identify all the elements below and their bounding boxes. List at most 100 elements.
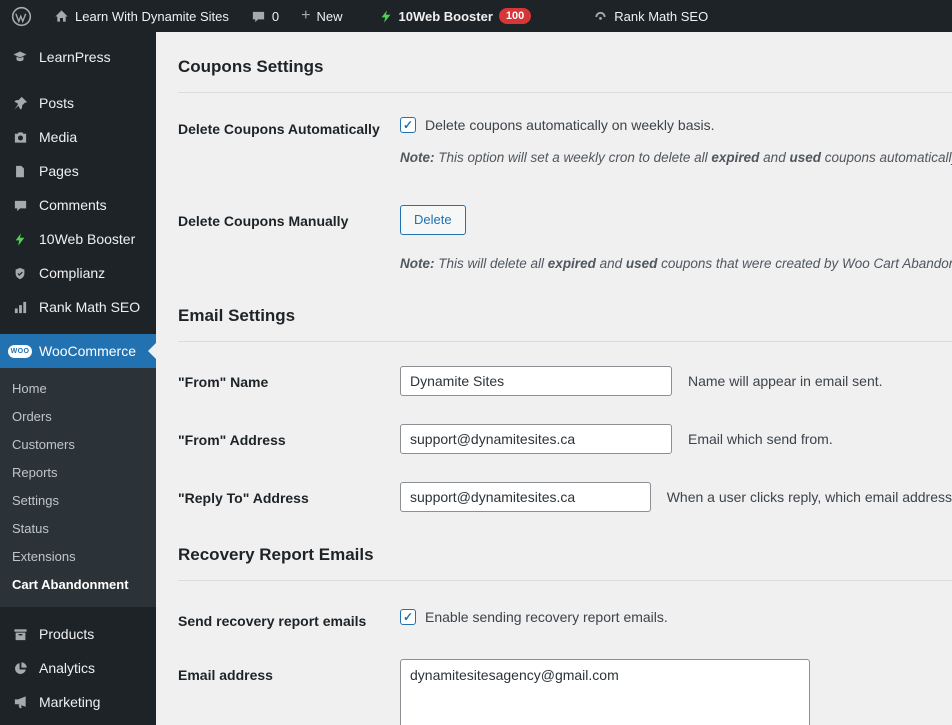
delete-auto-checkbox[interactable]: ✓	[400, 117, 416, 133]
sidebar-item-analytics[interactable]: Analytics	[0, 651, 156, 685]
check-icon: ✓	[402, 118, 414, 132]
sidebar-item-label: 10Web Booster	[39, 231, 136, 247]
sidebar-item-pages[interactable]: Pages	[0, 154, 156, 188]
settings-page-content: Coupons Settings Delete Coupons Automati…	[156, 32, 952, 725]
sidebar-item-10web-booster[interactable]: 10Web Booster	[0, 222, 156, 256]
submenu-item-reports[interactable]: Reports	[0, 459, 156, 487]
send-reports-checkbox-label: Enable sending recovery report emails.	[425, 609, 668, 625]
from-address-help: Email which send from.	[688, 431, 833, 447]
submenu-item-orders[interactable]: Orders	[0, 403, 156, 431]
menu-separator	[0, 324, 156, 334]
sidebar-item-label: LearnPress	[39, 49, 111, 65]
check-icon: ✓	[402, 610, 414, 624]
sidebar-item-label: Pages	[39, 163, 79, 179]
reply-to-row: "Reply To" Address When a user clicks re…	[178, 454, 952, 512]
sidebar-item-label: Marketing	[39, 694, 101, 710]
sidebar-item-label: Rank Math SEO	[39, 299, 141, 315]
sidebar-item-media[interactable]: Media	[0, 120, 156, 154]
megaphone-icon	[10, 695, 30, 710]
shield-check-icon	[10, 266, 30, 281]
pie-chart-icon	[10, 661, 30, 676]
from-name-label: "From" Name	[178, 374, 269, 390]
sidebar-item-label: Media	[39, 129, 78, 145]
sidebar-item-woocommerce[interactable]: WOO WooCommerce	[0, 334, 156, 368]
sidebar-item-posts[interactable]: Posts	[0, 86, 156, 120]
sidebar-item-rank-math[interactable]: Rank Math SEO	[0, 290, 156, 324]
coupons-settings-heading: Coupons Settings	[178, 57, 324, 76]
tenweb-booster-menu[interactable]: 10Web Booster 100	[368, 0, 543, 32]
wordpress-logo-icon	[11, 6, 32, 27]
comments-menu[interactable]: 0	[240, 0, 290, 32]
submenu-item-extensions[interactable]: Extensions	[0, 543, 156, 571]
comments-count: 0	[271, 8, 280, 24]
send-reports-checkbox[interactable]: ✓	[400, 609, 416, 625]
report-email-label: Email address	[178, 667, 273, 683]
site-name-label: Learn With Dynamite Sites	[75, 8, 229, 24]
delete-auto-row: Delete Coupons Automatically ✓ Delete co…	[178, 93, 952, 167]
sidebar-item-label: Products	[39, 626, 95, 642]
delete-auto-label: Delete Coupons Automatically	[178, 121, 380, 137]
pushpin-icon	[10, 96, 30, 111]
report-email-textarea[interactable]: dynamitesitesagency@gmail.com	[400, 659, 810, 725]
delete-coupons-button[interactable]: Delete	[400, 205, 466, 235]
submenu-item-cart-abandonment[interactable]: Cart Abandonment	[0, 571, 156, 599]
from-address-input[interactable]	[400, 424, 672, 454]
delete-manual-note: Note: This will delete all expired and u…	[400, 256, 952, 271]
sidebar-item-complianz[interactable]: Complianz	[0, 256, 156, 290]
sidebar-item-label: Posts	[39, 95, 75, 111]
comment-bubble-icon	[251, 9, 266, 24]
reply-to-label: "Reply To" Address	[178, 490, 309, 506]
sidebar-item-label: Analytics	[39, 660, 96, 676]
sidebar-item-label: Complianz	[39, 265, 106, 281]
from-name-help: Name will appear in email sent.	[688, 373, 883, 389]
booster-score-badge: 100	[498, 8, 532, 24]
from-name-row: "From" Name Name will appear in email se…	[178, 342, 952, 396]
new-label: New	[316, 8, 343, 24]
submenu-item-status[interactable]: Status	[0, 515, 156, 543]
delete-manual-label: Delete Coupons Manually	[178, 213, 349, 229]
package-icon	[10, 627, 30, 642]
submenu-item-home[interactable]: Home	[0, 375, 156, 403]
from-address-label: "From" Address	[178, 432, 286, 448]
comments-icon	[10, 198, 30, 213]
admin-sidebar: LearnPress Posts Media Pages Comments 10…	[0, 32, 156, 725]
home-icon	[54, 9, 69, 24]
rank-math-menu[interactable]: Rank Math SEO	[582, 0, 719, 32]
reply-to-input[interactable]	[400, 482, 651, 512]
gauge-icon	[593, 9, 608, 24]
menu-separator	[0, 607, 156, 617]
report-email-row: Email address dynamitesitesagency@gmail.…	[178, 631, 952, 725]
from-name-input[interactable]	[400, 366, 672, 396]
rankmath-label: Rank Math SEO	[614, 8, 709, 24]
recovery-report-heading: Recovery Report Emails	[178, 545, 374, 564]
sidebar-item-label: WooCommerce	[39, 343, 136, 359]
send-reports-label: Send recovery report emails	[178, 613, 367, 629]
lightning-bolt-icon	[10, 232, 30, 247]
submenu-item-customers[interactable]: Customers	[0, 431, 156, 459]
sidebar-item-products[interactable]: Products	[0, 617, 156, 651]
sidebar-item-marketing[interactable]: Marketing	[0, 685, 156, 719]
delete-auto-checkbox-label: Delete coupons automatically on weekly b…	[425, 117, 715, 133]
camera-icon	[10, 130, 30, 145]
delete-manual-row: Delete Coupons Manually Delete Note: Thi…	[178, 167, 952, 273]
lightning-bolt-icon	[379, 9, 393, 24]
site-name-menu[interactable]: Learn With Dynamite Sites	[43, 0, 240, 32]
page-icon	[10, 164, 30, 179]
sidebar-item-label: Comments	[39, 197, 107, 213]
bar-chart-icon	[10, 300, 30, 315]
admin-bar: Learn With Dynamite Sites 0 + New 10Web …	[0, 0, 952, 32]
sidebar-item-comments[interactable]: Comments	[0, 188, 156, 222]
submenu-item-settings[interactable]: Settings	[0, 487, 156, 515]
woocommerce-submenu: Home Orders Customers Reports Settings S…	[0, 368, 156, 607]
sidebar-item-learnpress[interactable]: LearnPress	[0, 40, 156, 74]
reply-to-help: When a user clicks reply, which email ad…	[666, 489, 952, 505]
woocommerce-icon: WOO	[7, 344, 33, 358]
learnpress-icon	[10, 49, 30, 65]
plus-icon: +	[301, 7, 311, 24]
new-content-menu[interactable]: + New	[290, 0, 353, 32]
send-reports-row: Send recovery report emails ✓ Enable sen…	[178, 581, 952, 631]
booster-label: 10Web Booster	[398, 8, 493, 24]
delete-auto-note: Note: This option will set a weekly cron…	[400, 150, 952, 165]
wordpress-menu[interactable]	[0, 0, 43, 32]
menu-separator	[0, 74, 156, 86]
